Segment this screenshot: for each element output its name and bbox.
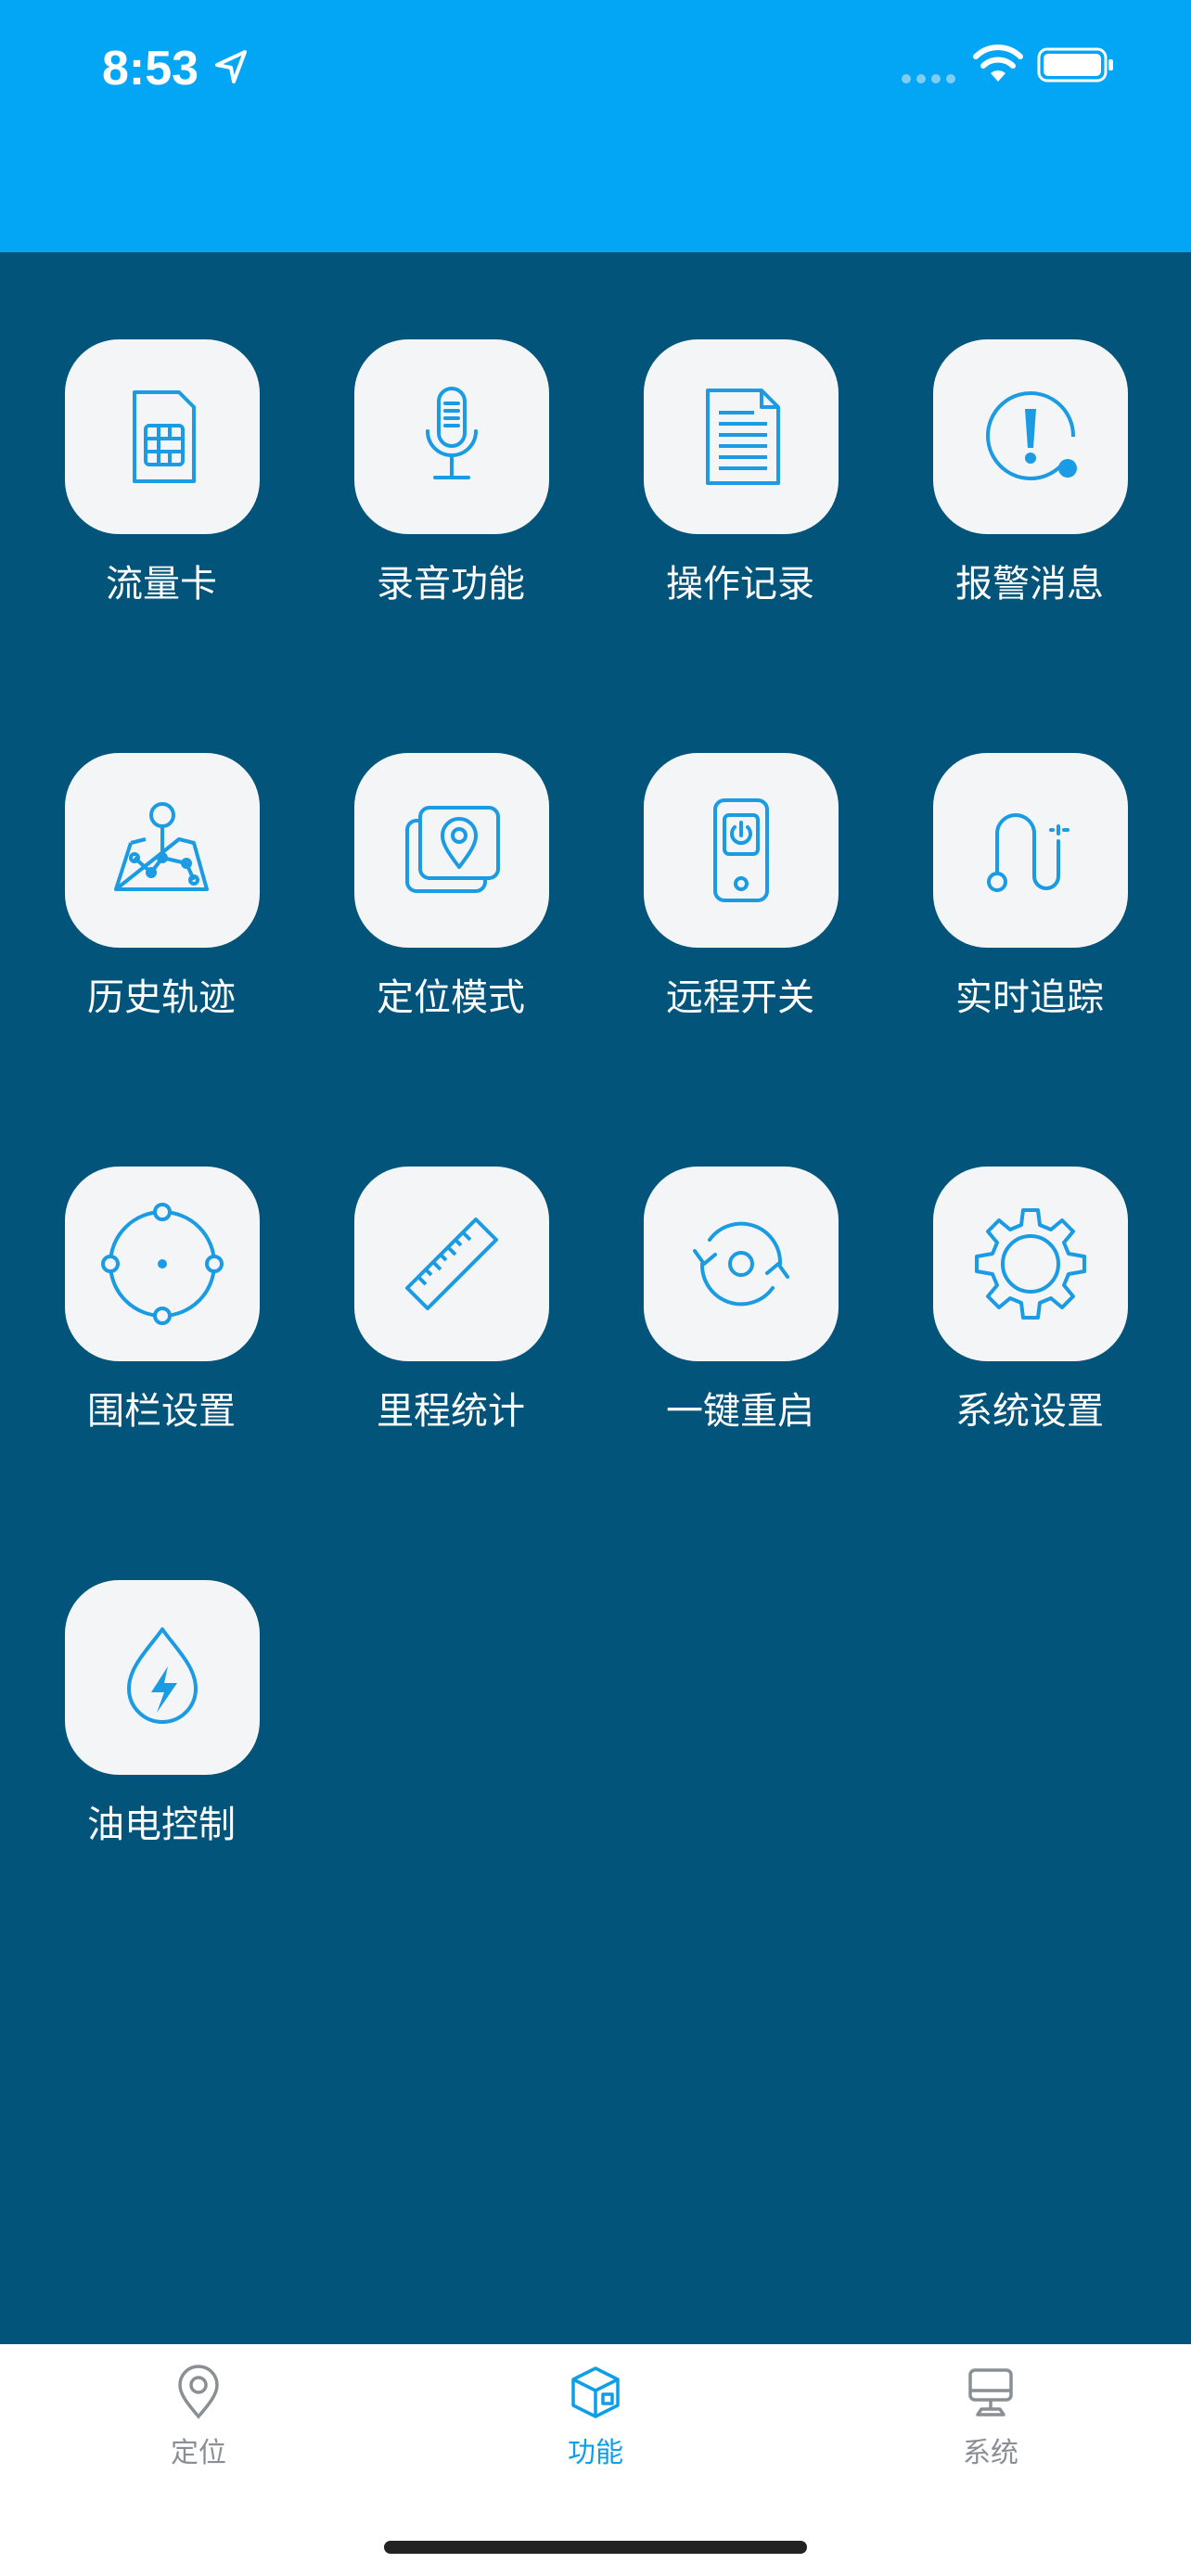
wifi-icon: [973, 45, 1023, 82]
feature-label: 操作记录: [666, 563, 814, 606]
feature-tile-fuel-power-control[interactable]: 油电控制: [17, 1493, 306, 1873]
feature-label: 流量卡: [106, 563, 217, 606]
remote-power-icon: [644, 753, 839, 948]
restart-icon: [644, 1167, 839, 1361]
location-pin-icon: [178, 2365, 219, 2419]
location-arrow-icon: [215, 50, 247, 83]
tab-system[interactable]: 系统: [852, 2363, 1130, 2493]
feature-label: 报警消息: [955, 563, 1104, 606]
status-time: 8:53: [102, 42, 199, 96]
feature-tile-recording[interactable]: 录音功能: [306, 252, 596, 632]
feature-label: 围栏设置: [87, 1390, 236, 1433]
feature-tile-one-key-restart[interactable]: 一键重启: [596, 1079, 885, 1460]
tab-location[interactable]: 定位: [59, 2363, 338, 2493]
feature-tile-sim-card[interactable]: 流量卡: [17, 252, 306, 632]
tab-functions[interactable]: 功能: [456, 2363, 735, 2493]
feature-label: 录音功能: [377, 563, 525, 606]
document-icon: [644, 339, 839, 534]
cellular-signal-icon: [902, 74, 955, 83]
feature-tile-realtime-tracking[interactable]: 实时追踪: [885, 666, 1174, 1046]
location-mode-icon: [354, 753, 549, 948]
feature-tile-fence-settings[interactable]: 围栏设置: [17, 1079, 306, 1460]
microphone-icon: [354, 339, 549, 534]
feature-tile-location-mode[interactable]: 定位模式: [306, 666, 596, 1046]
feature-grid-area: 流量卡 录音功能 操作记录 报警消息 历史轨迹 定位模式 远程开关 实时追踪 围…: [0, 252, 1191, 2344]
alert-icon: [933, 339, 1128, 534]
tab-label: 定位: [171, 2437, 226, 2469]
feature-tile-alarm-messages[interactable]: 报警消息: [885, 252, 1174, 632]
feature-tile-operation-log[interactable]: 操作记录: [596, 252, 885, 632]
cube-icon: [571, 2366, 620, 2418]
battery-full-icon: [1037, 47, 1113, 83]
fence-icon: [65, 1167, 260, 1361]
tab-label: 功能: [568, 2437, 623, 2469]
feature-tile-history-track[interactable]: 历史轨迹: [17, 666, 306, 1046]
home-indicator[interactable]: [384, 2541, 807, 2554]
feature-label: 系统设置: [955, 1390, 1104, 1433]
feature-label: 远程开关: [666, 976, 814, 1019]
gear-icon: [933, 1167, 1128, 1361]
feature-tile-mileage-stats[interactable]: 里程统计: [306, 1079, 596, 1460]
feature-grid: 流量卡 录音功能 操作记录 报警消息 历史轨迹 定位模式 远程开关 实时追踪 围…: [0, 252, 1191, 2344]
tracking-path-icon: [933, 753, 1128, 948]
ruler-icon: [354, 1167, 549, 1361]
feature-label: 历史轨迹: [87, 976, 236, 1019]
feature-label: 一键重启: [666, 1390, 814, 1433]
feature-label: 定位模式: [377, 976, 525, 1019]
route-map-icon: [65, 753, 260, 948]
sim-card-icon: [65, 339, 260, 534]
feature-label: 实时追踪: [955, 976, 1104, 1019]
status-bar: 8:53: [0, 0, 1191, 252]
feature-tile-system-settings[interactable]: 系统设置: [885, 1079, 1174, 1460]
feature-label: 油电控制: [87, 1804, 236, 1846]
power-drop-icon: [65, 1580, 260, 1775]
feature-tile-remote-switch[interactable]: 远程开关: [596, 666, 885, 1046]
feature-label: 里程统计: [377, 1390, 525, 1433]
monitor-icon: [968, 2368, 1013, 2417]
tab-label: 系统: [963, 2437, 1018, 2469]
